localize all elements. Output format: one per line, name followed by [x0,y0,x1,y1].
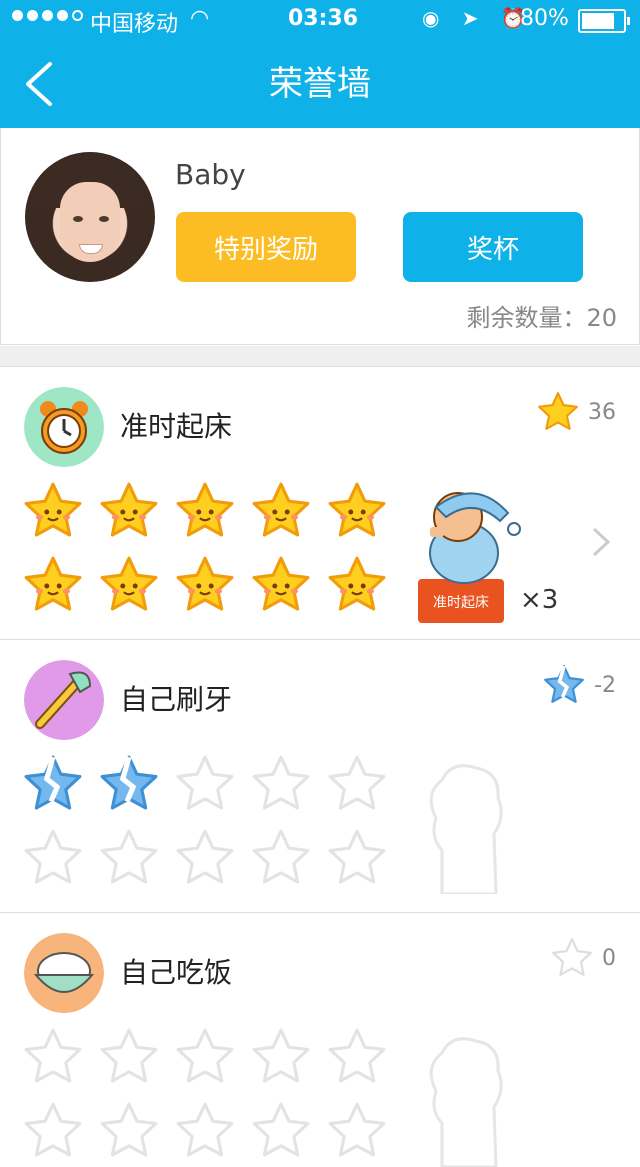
empty-star [100,829,158,884]
task-star-count: -2 [542,664,616,706]
carrier-label: 中国移动 [90,12,179,37]
task-star-count: 36 [536,391,616,433]
empty-star [100,1102,158,1157]
empty-star [24,1028,82,1083]
profile-card: Baby 特别奖励 奖杯 剩余数量：20 [0,128,640,345]
broken-star [100,755,158,810]
task-card-brush-teeth[interactable]: 自己刷牙 -2 [0,640,640,913]
empty-star [24,829,82,884]
empty-star [176,1102,234,1157]
empty-star [176,1028,234,1083]
task-name: 准时起床 [120,410,233,443]
filled-star [100,556,158,611]
empty-star [328,829,386,884]
filled-star [24,556,82,611]
filled-star [176,556,234,611]
empty-star-icon [552,938,592,976]
empty-star [328,755,386,810]
star-icon [538,392,578,430]
task-card-wake-up[interactable]: 准时起床 36 准时起床 ×3 [0,367,640,640]
clock-time: 03:36 [288,6,359,31]
wifi-icon: ◠ [190,6,210,31]
task-card-eat-alone[interactable]: 自己吃饭 0 [0,913,640,1167]
remaining-count: 剩余数量：20 [466,304,617,332]
battery-percent: 80% [520,6,569,31]
filled-star [252,482,310,537]
empty-star [176,755,234,810]
special-reward-button[interactable]: 特别奖励 [176,212,356,282]
filled-star [24,482,82,537]
filled-star [328,482,386,537]
filled-star [328,556,386,611]
toothbrush-icon [24,660,104,740]
signal-strength-icon [12,10,83,21]
status-icons: ◉ ➤ ⏰ [422,6,534,30]
empty-star [328,1102,386,1157]
empty-star [252,755,310,810]
battery-icon [578,9,630,33]
wake-up-reward-sticker: 准时起床 [418,492,521,623]
empty-star [24,1102,82,1157]
task-name: 自己吃饭 [120,956,233,989]
filled-star [252,556,310,611]
empty-star [252,1028,310,1083]
navigation-bar: 中国移动 ◠ 03:36 ◉ ➤ ⏰ 80% 荣誉墙 [0,0,640,128]
profile-name: Baby [175,158,246,191]
avatar [25,152,155,282]
filled-star [100,482,158,537]
svg-text:准时起床: 准时起床 [433,595,489,611]
chevron-right-icon[interactable] [592,527,610,557]
empty-star [176,829,234,884]
empty-star [100,1028,158,1083]
empty-star [252,829,310,884]
page-title: 荣誉墙 [269,64,371,104]
filled-star [176,482,234,537]
task-star-count: 0 [550,937,616,979]
empty-star [328,1028,386,1083]
empty-star [252,1102,310,1157]
status-bar: 中国移动 ◠ 03:36 ◉ ➤ ⏰ 80% [0,0,640,40]
broken-star [24,755,82,810]
reward-silhouette [429,764,503,894]
alarm-clock-icon [24,387,104,467]
reward-silhouette [429,1037,503,1167]
trophy-button[interactable]: 奖杯 [403,212,583,282]
section-divider [0,346,640,367]
broken-star-icon [544,665,584,703]
rice-bowl-icon [24,933,104,1013]
reward-multiplier: ×3 [520,585,559,615]
task-name: 自己刷牙 [120,683,233,716]
